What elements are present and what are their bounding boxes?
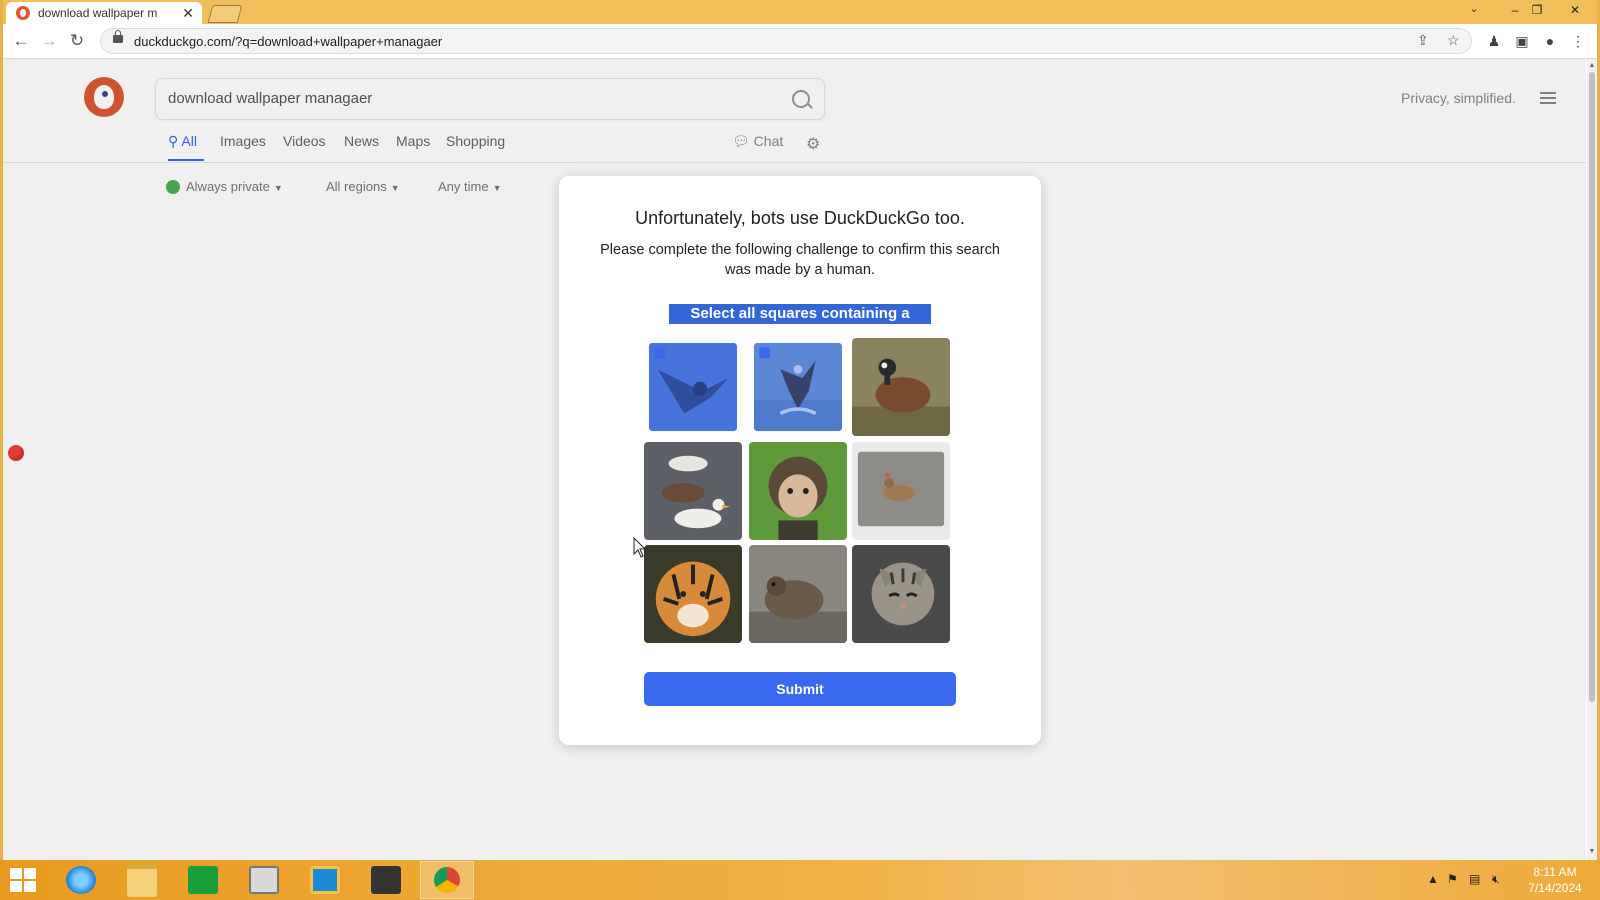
volume-muted-icon[interactable]: 🔇︎ — [1492, 872, 1500, 887]
profile-icon[interactable]: ● — [1540, 31, 1560, 51]
virtualbox-icon[interactable] — [299, 862, 351, 898]
tab-close-icon[interactable]: ✕ — [182, 5, 194, 22]
browser-toolbar: ← → ↻ duckduckgo.com/?q=download+wallpap… — [0, 24, 1600, 59]
duckduckgo-favicon-icon — [16, 6, 30, 20]
new-tab-button[interactable] — [207, 5, 243, 23]
marmot-image — [749, 545, 847, 643]
recording-indicator-icon[interactable] — [8, 445, 24, 461]
captcha-instruction: Select all squares containing a duck: — [669, 304, 931, 342]
tray-expand-icon[interactable]: ▲ — [1427, 872, 1439, 886]
title-bar: download wallpaper m ✕ ⌄ – ❐ ✕ — [0, 0, 1600, 24]
back-arrow-icon[interactable]: ← — [10, 30, 32, 52]
scroll-down-arrow-icon[interactable]: ▼ — [1587, 848, 1597, 858]
restore-button[interactable]: ❐ — [1520, 0, 1554, 22]
modal-title: Unfortunately, bots use DuckDuckGo too. — [635, 208, 965, 228]
captcha-tile-6[interactable] — [852, 442, 950, 540]
taskbar: ▲ ⚑ ▤ 🔇︎ 8:11 AM 7/14/2024 — [0, 860, 1600, 900]
kebab-menu-icon[interactable]: ⋮ — [1568, 31, 1588, 51]
flag-icon[interactable]: ⚑ — [1447, 872, 1458, 886]
tab-title: download wallpaper m — [38, 6, 158, 20]
ducks-swimming-image — [644, 442, 742, 540]
media-app-icon[interactable] — [238, 862, 290, 898]
checkbox-checked-icon — [654, 347, 666, 359]
modal-subtitle: Please complete the following challenge … — [600, 242, 1000, 278]
extension-icon[interactable]: ♟ — [1484, 31, 1504, 51]
address-bar[interactable]: duckduckgo.com/?q=download+wallpaper+man… — [100, 28, 1472, 54]
tiger-image — [644, 545, 742, 643]
clock-date: 7/14/2024 — [1528, 881, 1582, 895]
duck-standing-image — [852, 338, 950, 436]
system-clock[interactable]: 8:11 AM 7/14/2024 — [1520, 864, 1590, 896]
mouse-cursor-icon — [633, 537, 647, 558]
checkbox-checked-icon — [759, 347, 771, 359]
captcha-tile-1[interactable] — [648, 342, 738, 432]
url-text: duckduckgo.com/?q=download+wallpaper+man… — [134, 34, 443, 49]
duck-on-water-image — [852, 442, 950, 540]
close-window-button[interactable]: ✕ — [1558, 0, 1592, 22]
store-icon[interactable] — [177, 862, 229, 898]
captcha-tile-5[interactable] — [749, 442, 847, 540]
captcha-tile-4[interactable] — [644, 442, 742, 540]
file-explorer-icon[interactable] — [116, 862, 168, 898]
lock-icon — [113, 30, 123, 43]
scrollbar-thumb[interactable] — [1589, 72, 1595, 702]
windows-start-icon[interactable] — [10, 868, 36, 892]
tab-search-icon[interactable]: ⌄ — [1464, 0, 1484, 20]
chrome-icon[interactable] — [420, 861, 474, 899]
camera-app-icon[interactable] — [360, 862, 412, 898]
browser-tab[interactable]: download wallpaper m ✕ — [6, 2, 202, 24]
scroll-up-arrow-icon[interactable]: ▲ — [1587, 62, 1597, 72]
clock-time: 8:11 AM — [1533, 865, 1577, 879]
captcha-modal: Unfortunately, bots use DuckDuckGo too. … — [559, 176, 1041, 745]
forward-arrow-icon[interactable]: → — [38, 30, 60, 52]
submit-button[interactable]: Submit — [644, 672, 956, 706]
captcha-tile-7[interactable] — [644, 545, 742, 643]
tabby-cat-image — [852, 545, 950, 643]
reload-icon[interactable]: ↻ — [66, 30, 88, 52]
monkey-image — [749, 442, 847, 540]
captcha-tile-9[interactable] — [852, 545, 950, 643]
network-icon[interactable]: ▤ — [1469, 872, 1480, 886]
captcha-tile-3[interactable] — [852, 338, 950, 436]
bookmark-star-icon[interactable]: ☆ — [1447, 32, 1460, 49]
internet-explorer-icon[interactable] — [55, 862, 107, 898]
captcha-grid — [644, 338, 956, 648]
captcha-tile-2[interactable] — [753, 342, 843, 432]
side-panel-icon[interactable]: ▣ — [1512, 31, 1532, 51]
captcha-tile-8[interactable] — [749, 545, 847, 643]
share-icon[interactable]: ⇪ — [1417, 32, 1429, 49]
